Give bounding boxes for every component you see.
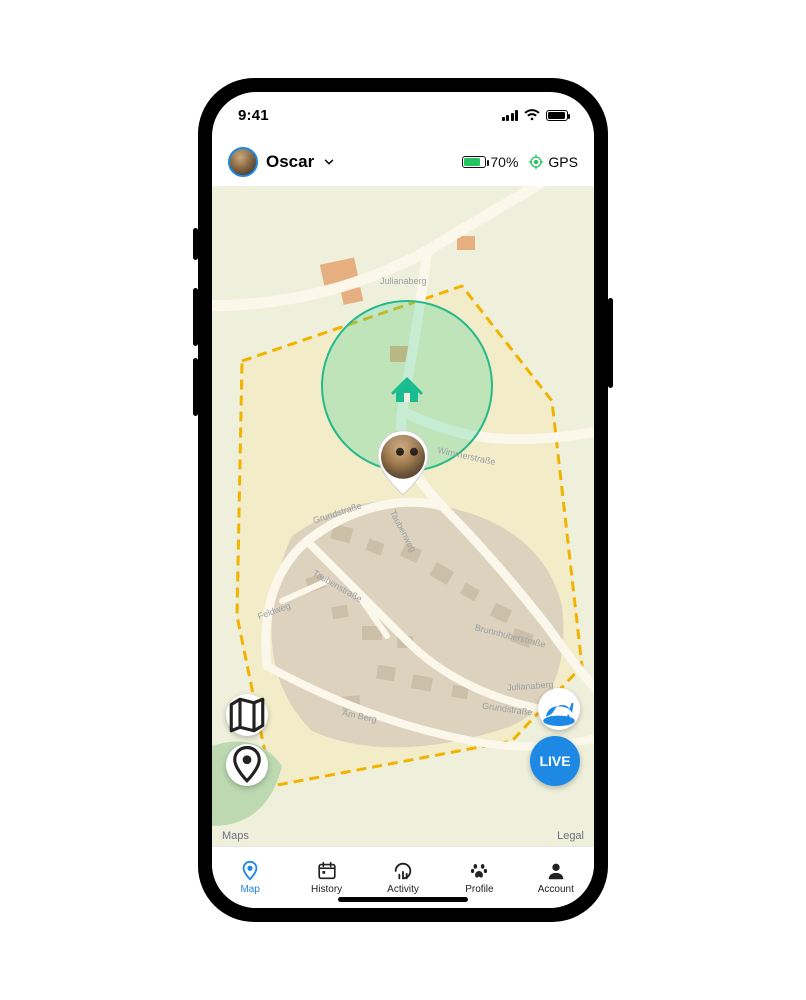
app-header: Oscar 70% GPS <box>212 138 594 186</box>
pet-name-label: Oscar <box>266 152 314 172</box>
battery-percent: 70% <box>490 154 518 170</box>
heatmap-button[interactable] <box>538 688 580 730</box>
tracker-battery[interactable]: 70% <box>462 154 518 170</box>
wifi-icon <box>524 109 540 121</box>
volume-down-button <box>193 358 198 416</box>
tab-map[interactable]: Map <box>212 847 288 908</box>
map-attribution-left[interactable]: Maps <box>222 830 249 842</box>
gps-label: GPS <box>548 154 578 170</box>
device-status: 70% GPS <box>462 154 578 170</box>
phone-frame: 9:41 Oscar 70% <box>198 78 608 922</box>
power-button <box>608 298 613 388</box>
screen: 9:41 Oscar 70% <box>212 92 594 908</box>
map-tab-icon <box>239 860 261 882</box>
battery-icon <box>462 156 486 168</box>
status-bar: 9:41 <box>212 92 594 138</box>
chevron-down-icon <box>322 155 336 169</box>
pet-pin-avatar <box>381 434 425 478</box>
gps-status[interactable]: GPS <box>528 154 578 170</box>
status-time: 9:41 <box>238 107 269 124</box>
battery-status-icon <box>546 110 568 121</box>
pet-selector[interactable]: Oscar <box>228 147 336 177</box>
volume-up-button <box>193 288 198 346</box>
activity-icon <box>392 860 414 882</box>
map-layers-icon <box>226 694 268 736</box>
map-layers-button[interactable] <box>226 694 268 736</box>
tab-label: Account <box>538 884 574 895</box>
tab-label: Profile <box>465 884 493 895</box>
street-label: Julianaberg <box>380 276 427 286</box>
cellular-signal-icon <box>502 110 519 121</box>
pet-avatar-small <box>228 147 258 177</box>
cat-heatmap-icon <box>538 688 580 730</box>
silent-switch <box>193 228 198 260</box>
tab-label: Activity <box>387 884 419 895</box>
tab-label: Map <box>240 884 259 895</box>
center-location-button[interactable] <box>226 744 268 786</box>
calendar-icon <box>316 860 338 882</box>
map-canvas[interactable]: Julianaberg Wimmerstraße Taubenweg Grund… <box>212 186 594 846</box>
location-pin-icon <box>226 744 268 786</box>
gps-icon <box>528 154 544 170</box>
live-tracking-button[interactable]: LIVE <box>530 736 580 786</box>
tab-account[interactable]: Account <box>518 847 594 908</box>
live-label: LIVE <box>539 753 570 769</box>
tab-label: History <box>311 884 342 895</box>
status-icons <box>502 109 569 121</box>
map-attribution-right[interactable]: Legal <box>557 830 584 842</box>
home-indicator[interactable] <box>338 897 468 902</box>
pet-location-pin[interactable] <box>375 428 431 496</box>
account-icon <box>545 860 567 882</box>
paw-icon <box>468 860 490 882</box>
